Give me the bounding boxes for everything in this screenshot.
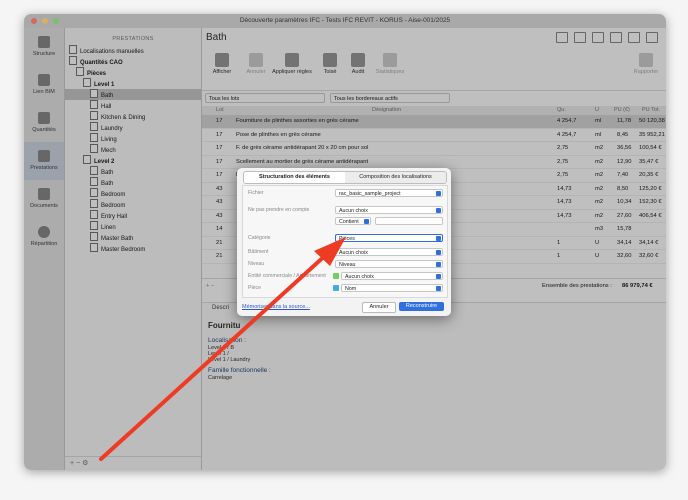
annotation-arrow bbox=[99, 237, 346, 461]
arrow-shaft bbox=[99, 251, 330, 461]
